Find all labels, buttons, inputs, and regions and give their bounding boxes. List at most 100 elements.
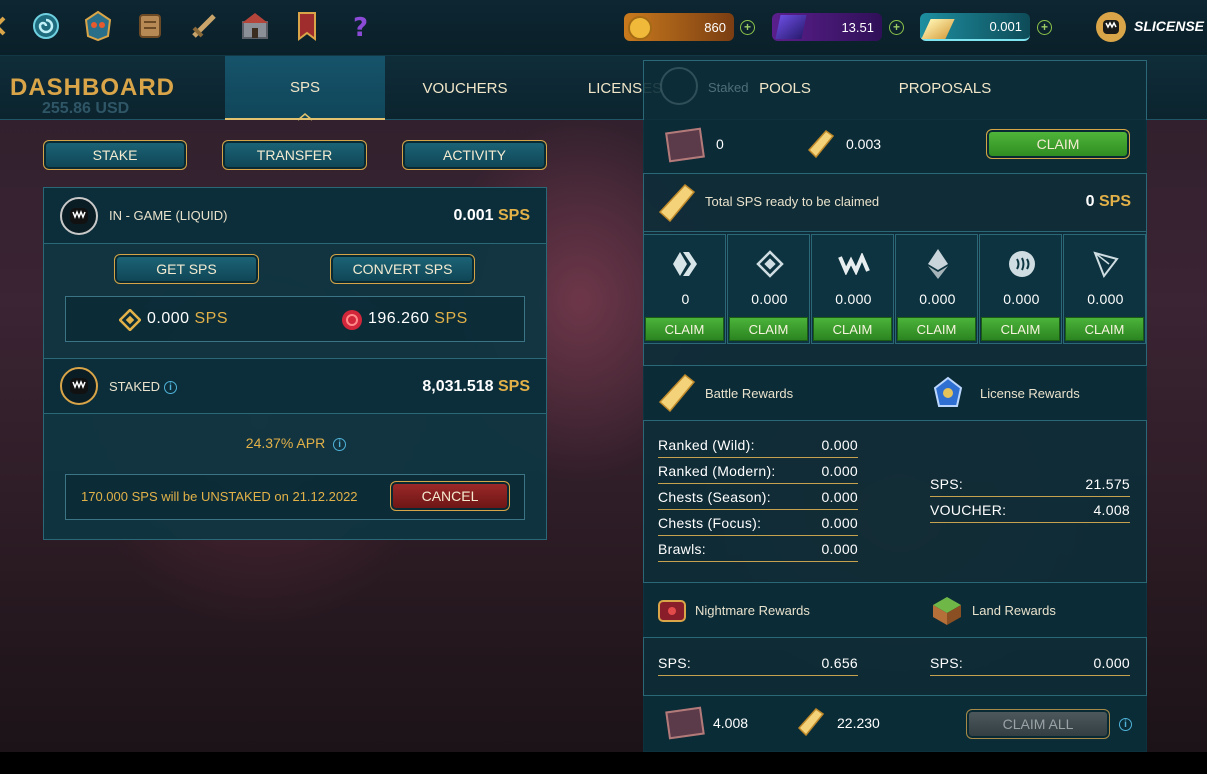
bsc-value: 0.000	[147, 310, 190, 327]
airdrop-cards: 0	[716, 136, 724, 152]
chain-balance: 0.000	[919, 291, 956, 307]
eth-value: 196.260	[368, 310, 430, 327]
chain-balance: 0	[681, 291, 690, 307]
license-reward-value: 4.008	[1093, 502, 1130, 518]
home-swirl-icon[interactable]	[30, 10, 62, 42]
chain-claim-button[interactable]: CLAIM	[813, 317, 892, 341]
transfer-button[interactable]: TRANSFER	[222, 140, 367, 170]
chain-cell: 0.000 CLAIM	[979, 234, 1062, 344]
rewards-header-row: Battle Rewards License Rewards	[643, 365, 1147, 421]
info-icon[interactable]: i	[164, 381, 178, 395]
ethereum-sps-icon	[341, 309, 363, 331]
active-tab-indicator-icon	[297, 108, 313, 121]
divider	[930, 522, 1130, 523]
tab-vouchers[interactable]: VOUCHERS	[385, 56, 545, 120]
add-dec-button[interactable]: +	[740, 20, 755, 35]
footer-vouchers: 4.008	[713, 715, 749, 731]
user-avatar[interactable]	[1096, 12, 1126, 42]
claim-all-row: 4.008 22.230 CLAIM ALL i	[643, 695, 1147, 752]
staked-label: STAKED	[109, 379, 161, 394]
dec-amount: 860	[704, 19, 726, 35]
username[interactable]: SLICENSE	[1134, 18, 1204, 34]
land-sps-value: 0.000	[1093, 655, 1130, 671]
svg-text:?: ?	[353, 13, 368, 42]
tab-sps-label: SPS	[289, 78, 320, 96]
fang-icon	[60, 197, 98, 235]
get-sps-button[interactable]: GET SPS	[114, 254, 259, 284]
staked-value: 8,031.518	[422, 378, 494, 395]
sps-shard-icon	[807, 129, 835, 159]
chain-claim-button[interactable]: CLAIM	[1065, 317, 1144, 341]
chain-balance: 0.000	[751, 291, 788, 307]
page-title: DASHBOARD	[10, 74, 175, 101]
guild-castle-icon[interactable]	[239, 10, 271, 42]
unstake-box: 170.000 SPS will be UNSTAKED on 21.12.20…	[65, 474, 525, 520]
wax-icon	[812, 247, 895, 281]
tab-proposals[interactable]: PROPOSALS	[865, 56, 1025, 120]
sps-balance[interactable]: 0.001	[920, 13, 1030, 41]
sps-amount: 0.001	[989, 18, 1022, 34]
chain-claim-button[interactable]: CLAIM	[729, 317, 808, 341]
binance-icon	[118, 308, 142, 332]
add-sps-button[interactable]: +	[1037, 20, 1052, 35]
total-amount: 0 SPS	[1086, 193, 1131, 211]
voucher-pack-icon	[665, 706, 705, 740]
nightmare-sps-value: 0.656	[821, 655, 858, 671]
license-crystal-icon	[930, 376, 966, 412]
land-sps-label: SPS:	[930, 655, 964, 671]
scroll-icon[interactable]	[134, 10, 166, 42]
license-reward-label: VOUCHER:	[930, 502, 1007, 518]
apr-info-icon[interactable]: i	[333, 437, 347, 451]
dec-coin-icon	[628, 16, 652, 40]
chain-balance: 0.000	[1003, 291, 1040, 307]
claim-all-info-icon[interactable]: i	[1119, 718, 1132, 731]
ingame-amount: 0.001 SPS	[453, 207, 530, 225]
tab-pools[interactable]: POOLS	[705, 56, 865, 120]
total-claim-row: Total SPS ready to be claimed 0 SPS	[643, 174, 1147, 232]
airdrop-sps: 0.003	[846, 136, 882, 152]
battle-mask-icon[interactable]	[82, 10, 114, 42]
activity-button[interactable]: ACTIVITY	[402, 140, 547, 170]
nightmare-title: Nightmare Rewards	[695, 603, 810, 618]
nightmare-land-values: SPS: 0.656 SPS: 0.000	[643, 638, 1147, 694]
chain-claim-button[interactable]: CLAIM	[897, 317, 976, 341]
card-pack-icon	[665, 127, 705, 163]
question-icon[interactable]: ?	[344, 10, 376, 42]
cancel-unstake-button[interactable]: CANCEL	[390, 481, 510, 511]
convert-sps-button[interactable]: CONVERT SPS	[330, 254, 475, 284]
license-reward-value: 21.575	[1085, 476, 1130, 492]
back-arrow-icon[interactable]	[0, 10, 10, 42]
land-title: Land Rewards	[972, 603, 1056, 618]
claim-all-button[interactable]: CLAIM ALL	[966, 709, 1110, 739]
staked-fang-ghost-icon	[660, 67, 698, 105]
chain-claim-button[interactable]: CLAIM	[981, 317, 1060, 341]
nightmare-sps-label: SPS:	[658, 655, 692, 671]
bsc-unit: SPS	[194, 310, 229, 327]
ingame-row: IN - GAME (LIQUID) 0.001 SPS	[44, 188, 546, 244]
nightmare-chest-icon	[655, 593, 689, 627]
credits-balance[interactable]: 13.51	[772, 13, 882, 41]
dec-balance[interactable]: 860	[624, 13, 734, 41]
sps-shard-icon	[797, 707, 825, 737]
apr-line: 24.37% APR i	[44, 435, 548, 451]
chain-claim-button[interactable]: CLAIM	[645, 317, 724, 341]
divider	[930, 496, 1130, 497]
sps-shard-icon	[658, 373, 696, 413]
claim-airdrop-button[interactable]: CLAIM	[986, 129, 1130, 159]
staked-amount: 8,031.518 SPS	[422, 378, 530, 396]
ingame-value: 0.001	[453, 207, 494, 224]
banner-icon[interactable]	[291, 10, 323, 42]
ethereum-icon	[896, 247, 979, 281]
license-rewards-title: License Rewards	[980, 386, 1080, 401]
total-unit: SPS	[1098, 193, 1131, 210]
eth-balance: 196.260 SPS	[368, 310, 468, 328]
tab-sps[interactable]: SPS	[225, 56, 385, 121]
stake-button[interactable]: STAKE	[43, 140, 187, 170]
steem-icon	[980, 247, 1063, 281]
sword-icon[interactable]	[188, 10, 220, 42]
add-credits-button[interactable]: +	[889, 20, 904, 35]
staked-unit: SPS	[497, 378, 530, 395]
bsc-balance: 0.000 SPS	[147, 310, 228, 328]
ingame-label: IN - GAME (LIQUID)	[109, 208, 228, 223]
divider	[930, 675, 1130, 676]
